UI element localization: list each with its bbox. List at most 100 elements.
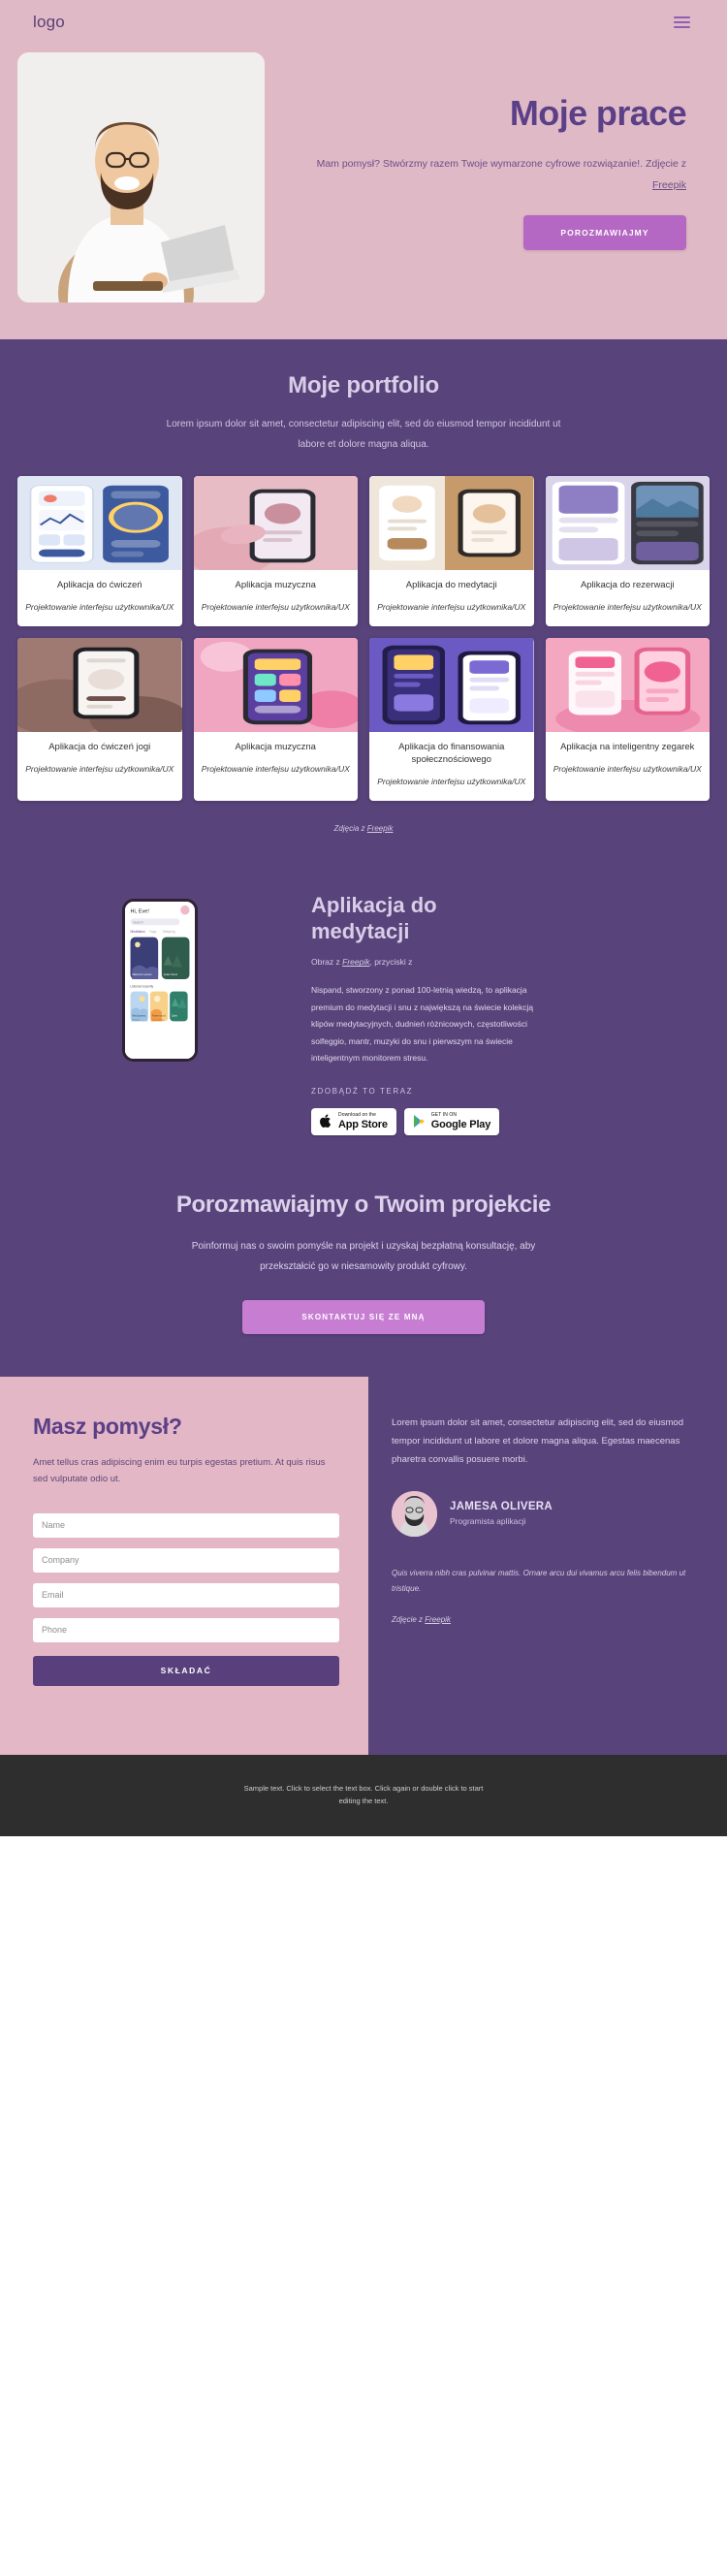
company-input[interactable] — [33, 1547, 339, 1573]
svg-text:Quiet forest: Quiet forest — [163, 972, 177, 976]
portfolio-card-thumbnail — [545, 637, 710, 732]
portfolio-credit-text: Zdjęcia z — [333, 823, 365, 833]
portfolio-card-body: Aplikacja do rezerwacji Projektowanie int… — [546, 570, 711, 626]
hero-photo — [17, 52, 265, 302]
portfolio-card-title: Aplikacja do ćwiczeń jogi — [48, 741, 151, 752]
portfolio-card[interactable]: Aplikacja muzyczna Projektowanie interfej… — [193, 476, 359, 626]
testimonial-person: JAMESA OLIVERA Programista aplikacji — [392, 1490, 700, 1537]
footer-text: Sample text. Click to select the text bo… — [243, 1783, 484, 1805]
phone-mockup: Hi, Eve! Search Meditation Yoga Sleeping… — [121, 898, 198, 1062]
contact-paragraph: Amet tellus cras adipiscing enim eu turp… — [33, 1456, 326, 1485]
portfolio-card[interactable]: Aplikacja do rezerwacji Projektowanie int… — [545, 476, 711, 626]
portfolio-card[interactable]: Aplikacja na inteligentny zegarek Projekt… — [545, 637, 710, 801]
person-info: JAMESA OLIVERA Programista aplikacji — [450, 1501, 553, 1526]
portfolio-card-title: Aplikacja muzyczna — [235, 580, 316, 590]
testimonial-footnote: Quis viverra nibh cras pulvinar mattis. … — [392, 1568, 686, 1593]
hamburger-bar — [674, 21, 690, 23]
portfolio-card-role: Projektowanie interfejsu użytkownika/UX — [377, 776, 526, 786]
navbar: logo — [0, 0, 727, 45]
apple-icon — [320, 1114, 332, 1129]
portfolio-card-body: Aplikacja do ćwiczeń jogi Projektowanie i… — [17, 732, 182, 801]
store-badges: Download on the App Store GET IN ON Goog… — [311, 1107, 706, 1135]
app-store-labels: Download on the App Store — [338, 1112, 388, 1130]
svg-text:Quiet: Quiet — [172, 1014, 177, 1017]
google-play-labels: GET IN ON Google Play — [430, 1111, 491, 1130]
portfolio-card-role: Projektowanie interfejsu użytkownika/UX — [25, 763, 174, 774]
phone-input[interactable] — [33, 1617, 339, 1642]
hero-section: logo Moje prace Mam pomysł? Stwórzmy raz… — [0, 0, 727, 339]
portfolio-card-title: Aplikacja do finansowania społecznościow… — [398, 741, 505, 765]
testimonial-credit: Zdjęcie z Freepik — [392, 1615, 700, 1624]
submit-button[interactable]: SKŁADAĆ — [33, 1655, 339, 1686]
portfolio-card-role: Projektowanie interfejsu użytkownika/UX — [553, 763, 702, 774]
portfolio-card[interactable]: Aplikacja muzyczna Projektowanie interfej… — [193, 637, 358, 801]
testimonial-quote: Lorem ipsum dolor sit amet, consectetur … — [392, 1416, 683, 1466]
google-play-icon — [413, 1114, 426, 1129]
phone-mockup-wrap: Hi, Eve! Search Meditation Yoga Sleeping… — [21, 889, 298, 1062]
portfolio-card-body: Aplikacja do medytacji Projektowanie inte… — [369, 570, 534, 626]
svg-text:Meditation: Meditation — [130, 930, 144, 934]
meditation-cta-label: ZDOBĄDŹ TO TERAZ — [311, 1086, 414, 1096]
person-role: Programista aplikacji — [450, 1516, 526, 1527]
svg-text:Relaxing: Relaxing — [132, 1019, 140, 1021]
site-logo[interactable]: logo — [33, 13, 65, 32]
hamburger-menu-icon[interactable] — [670, 13, 694, 32]
meditation-paragraph: Nispand, stworzony z ponad 100-letnią wi… — [311, 985, 534, 1064]
meditation-credit: Obraz z Freepik, przyciski z — [311, 957, 706, 967]
meditation-freepik-link[interactable]: Freepik — [342, 957, 369, 967]
meditation-credit-prefix: Obraz z — [311, 957, 340, 968]
svg-text:Maximum power: Maximum power — [132, 972, 151, 976]
portfolio-title: Moje portfolio — [288, 372, 439, 398]
google-play-button[interactable]: GET IN ON Google Play — [403, 1107, 500, 1135]
portfolio-card-role: Projektowanie interfejsu użytkownika/UX — [377, 601, 526, 612]
portfolio-card-thumbnail — [369, 476, 534, 570]
portfolio-section: Moje portfolio Lorem ipsum dolor sit ame… — [0, 339, 727, 864]
svg-text:Mind journey: Mind journey — [132, 1014, 145, 1017]
portfolio-card-role: Projektowanie interfejsu użytkownika/UX — [201, 763, 350, 774]
svg-text:Hi, Eve!: Hi, Eve! — [130, 908, 149, 914]
portfolio-card-role: Projektowanie interfejsu użytkownika/UX — [25, 601, 174, 612]
talk-cta-section: Porozmawiajmy o Twoim projekcie Poinform… — [0, 1163, 727, 1377]
hero-cta-button[interactable]: POROZMAWIAJMY — [523, 215, 686, 251]
portfolio-card-role: Projektowanie interfejsu użytkownika/UX — [201, 601, 350, 612]
name-input[interactable] — [33, 1512, 339, 1538]
contact-section: Masz pomysł? Amet tellus cras adipiscing… — [0, 1376, 727, 1755]
svg-text:Yoga: Yoga — [148, 930, 156, 934]
hamburger-bar — [674, 16, 690, 18]
google-play-small-label: GET IN ON — [430, 1111, 458, 1118]
portfolio-card-grid: Aplikacja do ćwiczeń Projektowanie interf… — [0, 476, 727, 801]
portfolio-card[interactable]: Aplikacja do medytacji Projektowanie inte… — [369, 476, 534, 626]
google-play-big-label: Google Play — [430, 1118, 491, 1130]
talk-title: Porozmawiajmy o Twoim projekcie — [175, 1191, 552, 1218]
talk-paragraph: Poinformuj nas o swoim pomyśle na projek… — [191, 1240, 536, 1272]
contact-form: SKŁADAĆ — [33, 1512, 339, 1686]
portfolio-card-title: Aplikacja do ćwiczeń — [56, 580, 142, 590]
talk-cta-button[interactable]: SKONTAKTUJ SIĘ ZE MNĄ — [242, 1299, 485, 1334]
portfolio-card[interactable]: Aplikacja do finansowania społecznościow… — [369, 637, 534, 801]
testimonial-freepik-link[interactable]: Freepik — [425, 1615, 451, 1624]
footer: Sample text. Click to select the text bo… — [0, 1754, 727, 1836]
portfolio-card-thumbnail — [545, 476, 710, 570]
hero-subtitle: Mam pomysł? Stwórzmy razem Twoje wymarzo… — [292, 154, 686, 196]
portfolio-card-body: Aplikacja muzyczna Projektowanie interfej… — [194, 570, 359, 626]
portfolio-card-thumbnail — [193, 637, 358, 732]
portfolio-card[interactable]: Aplikacja do ćwiczeń jogi Projektowanie i… — [17, 637, 182, 801]
email-input[interactable] — [33, 1582, 339, 1607]
portfolio-card-thumbnail — [17, 637, 182, 732]
meditation-credit-suffix: , przyciski z — [369, 957, 413, 968]
hero-text: Moje prace Mam pomysł? Stwórzmy razem Tw… — [265, 52, 710, 251]
portfolio-card[interactable]: Aplikacja do ćwiczeń Projektowanie interf… — [17, 476, 182, 626]
svg-text:Search: Search — [133, 920, 143, 924]
testimonial-panel: Lorem ipsum dolor sit amet, consectetur … — [368, 1376, 727, 1755]
hero-freepik-link[interactable]: Freepik — [652, 179, 686, 191]
meditation-app-section: Hi, Eve! Search Meditation Yoga Sleeping… — [0, 863, 727, 1164]
portfolio-card-title: Aplikacja do rezerwacji — [580, 580, 675, 590]
app-store-button[interactable]: Download on the App Store — [311, 1107, 396, 1135]
portfolio-freepik-link[interactable]: Freepik — [367, 824, 394, 833]
contact-title: Masz pomysł? — [33, 1413, 182, 1439]
svg-text:Sleeping: Sleeping — [162, 930, 174, 934]
meditation-title: Aplikacja do medytacji — [311, 892, 437, 943]
svg-text:Listened recently: Listened recently — [130, 984, 153, 988]
hero-body: Moje prace Mam pomysł? Stwórzmy razem Tw… — [0, 45, 727, 302]
meditation-text: Aplikacja do medytacji Obraz z Freepik, … — [311, 889, 706, 1135]
